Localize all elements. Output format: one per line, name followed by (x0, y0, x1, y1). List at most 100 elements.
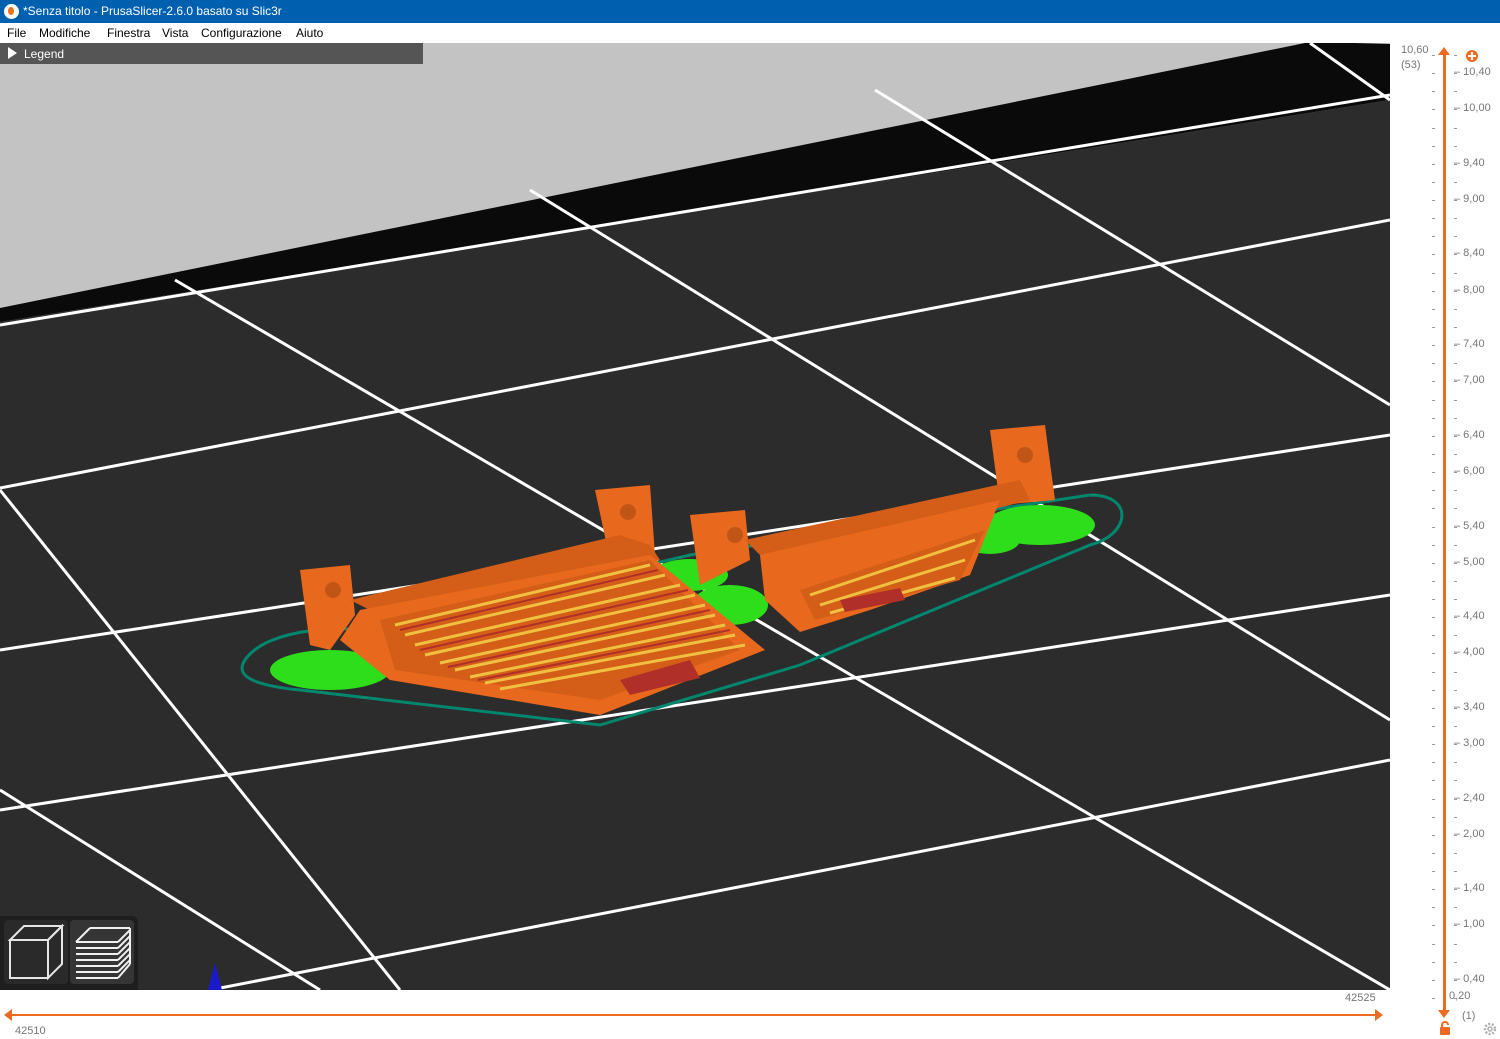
menu-file[interactable]: File (7, 26, 26, 40)
move-slider-left-thumb[interactable] (4, 1009, 12, 1021)
layer-tick-mark (1454, 998, 1457, 999)
layer-tick-mark (1454, 943, 1457, 945)
print-bed-scene (0, 43, 1390, 990)
layer-tick-label: – 6,40 (1454, 428, 1485, 441)
layer-tick-label: – 7,00 (1454, 374, 1485, 387)
layer-tick-mark (1432, 345, 1435, 347)
layer-tick-mark (1432, 943, 1435, 945)
layer-tick-mark (1432, 91, 1435, 93)
layer-tick-mark (1432, 508, 1435, 510)
layer-tick-mark (1454, 55, 1457, 56)
3d-preview-canvas[interactable] (0, 43, 1390, 990)
layer-tick-mark (1432, 871, 1435, 873)
layer-tick-mark (1454, 689, 1457, 691)
menu-configurazione[interactable]: Configurazione (201, 26, 282, 40)
layer-tick-label: – 4,40 (1454, 610, 1485, 623)
layer-tick-mark (1454, 127, 1457, 129)
layers-icon (75, 927, 131, 979)
layer-tick-mark (1454, 508, 1457, 510)
layer-slider-track[interactable] (1443, 55, 1446, 1015)
layer-tick-mark (1454, 961, 1457, 963)
layer-tick-mark (1432, 290, 1435, 292)
layer-tick-mark (1432, 272, 1435, 274)
layer-tick-mark (1432, 599, 1435, 601)
view-3d-button[interactable] (4, 920, 68, 984)
layer-tick-label: – 1,40 (1454, 882, 1485, 895)
cog-icon[interactable] (1483, 1022, 1497, 1036)
layer-tick-mark (1432, 127, 1435, 129)
layer-tick-mark (1454, 544, 1457, 546)
window-title: *Senza titolo - PrusaSlicer-2.6.0 basato… (23, 4, 282, 18)
legend-label: Legend (24, 47, 65, 61)
layer-tick-mark (1432, 399, 1435, 401)
move-slider-right-thumb[interactable] (1375, 1009, 1383, 1021)
triangle-right-icon[interactable] (8, 47, 17, 59)
layer-tick-label: – 10,00 (1454, 102, 1491, 115)
layer-tick-mark (1432, 435, 1435, 437)
layer-tick-mark (1454, 236, 1457, 238)
layer-tick-label: – 9,00 (1454, 193, 1485, 206)
menu-bar: File Modifiche Finestra Vista Configuraz… (0, 23, 1500, 43)
menu-modifiche[interactable]: Modifiche (39, 26, 90, 40)
layer-tick-mark (1454, 635, 1457, 637)
layer-tick-mark (1454, 599, 1457, 601)
slider-upper-layer: (53) (1401, 59, 1421, 71)
layer-tick-label: – 8,40 (1454, 247, 1485, 260)
legend-panel[interactable]: Legend (0, 43, 423, 64)
add-color-change-icon[interactable] (1466, 50, 1478, 62)
layer-tick-label: – 3,00 (1454, 737, 1485, 750)
prusaslicer-logo-icon[interactable] (4, 4, 19, 19)
slider-upper-thumb[interactable] (1438, 47, 1450, 55)
layer-tick-mark (1432, 979, 1435, 981)
layer-tick-label: – 2,00 (1454, 827, 1485, 840)
layer-tick-mark (1454, 725, 1457, 727)
slider-upper-value: 10,60 (1401, 44, 1429, 56)
layer-tick-mark (1432, 834, 1435, 836)
layer-tick-mark (1432, 109, 1435, 111)
menu-finestra[interactable]: Finestra (107, 26, 150, 40)
layer-tick-mark (1454, 327, 1457, 329)
layer-tick-mark (1432, 417, 1435, 419)
layer-tick-mark (1432, 780, 1435, 782)
layer-tick-mark (1432, 617, 1435, 619)
move-slider-right-value: 42525 (1345, 992, 1376, 1004)
layer-tick-label: – 3,40 (1454, 700, 1485, 713)
layer-tick-mark (1432, 55, 1435, 56)
layer-tick-mark (1432, 381, 1435, 383)
view-toggle-bar (0, 916, 138, 990)
layer-tick-mark (1454, 671, 1457, 673)
layer-tick-mark (1432, 526, 1435, 528)
layer-tick-mark (1454, 272, 1457, 274)
layer-tick-mark (1432, 635, 1435, 637)
layer-tick-mark (1432, 907, 1435, 909)
layer-tick-mark (1432, 254, 1435, 256)
layer-tick-label: – 0,40 (1454, 972, 1485, 985)
layer-tick-mark (1454, 363, 1457, 365)
layer-tick-mark (1454, 417, 1457, 419)
move-slider-left-value: 42510 (15, 1025, 46, 1037)
layer-tick-mark (1432, 363, 1435, 365)
axis-z-arrow (208, 963, 222, 990)
slider-lower-thumb[interactable] (1438, 1010, 1450, 1018)
layer-tick-mark (1454, 871, 1457, 873)
layer-tick-mark (1432, 889, 1435, 891)
layer-tick-mark (1432, 145, 1435, 147)
layer-tick-mark (1432, 472, 1435, 474)
menu-aiuto[interactable]: Aiuto (296, 26, 323, 40)
layer-tick-mark (1432, 181, 1435, 183)
move-slider-track[interactable] (10, 1014, 1380, 1016)
layer-tick-mark (1454, 762, 1457, 764)
layer-tick-mark (1454, 91, 1457, 93)
layer-tick-mark (1432, 544, 1435, 546)
layer-tick-mark (1454, 399, 1457, 401)
menu-vista[interactable]: Vista (162, 26, 188, 40)
layer-tick-mark (1432, 200, 1435, 202)
layer-tick-mark (1432, 562, 1435, 564)
layer-tick-mark (1454, 453, 1457, 455)
view-preview-button[interactable] (70, 920, 134, 984)
layer-tick-label: – 7,40 (1454, 338, 1485, 351)
layer-tick-mark (1454, 145, 1457, 147)
layer-tick-mark (1432, 744, 1435, 746)
lock-icon[interactable] (1440, 1021, 1450, 1035)
layer-tick-mark (1454, 218, 1457, 220)
